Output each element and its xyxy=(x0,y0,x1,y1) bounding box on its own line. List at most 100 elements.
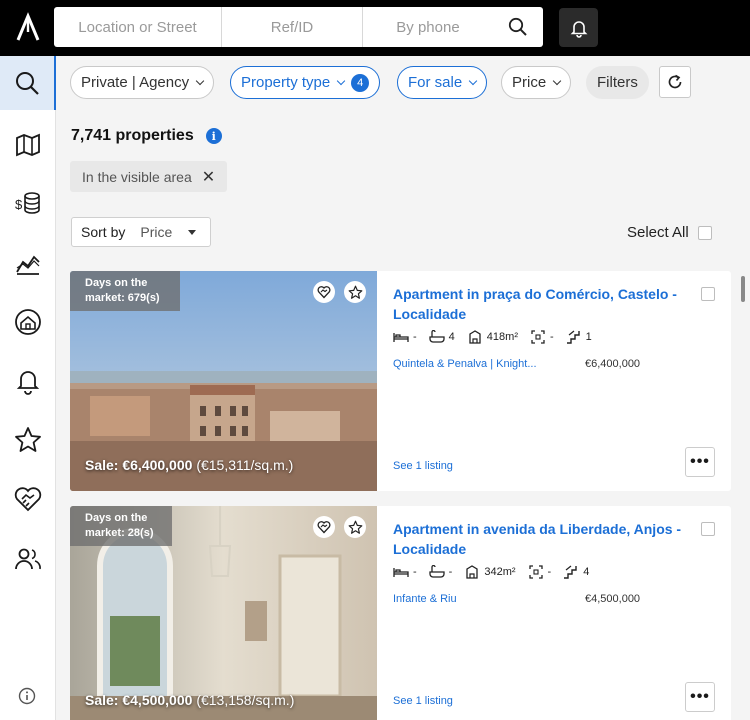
search-icon xyxy=(16,72,39,95)
ellipsis-icon: ••• xyxy=(690,688,710,705)
sidebar-item-favorites[interactable] xyxy=(0,413,56,467)
star-icon xyxy=(348,285,362,299)
visible-area-label: In the visible area xyxy=(82,168,192,185)
ref-id-search-field[interactable]: Ref/ID xyxy=(222,7,363,47)
favorite-button[interactable] xyxy=(344,516,366,538)
handshake-icon xyxy=(14,487,42,512)
sort-select[interactable]: Sort by Price xyxy=(71,217,211,247)
map-icon xyxy=(16,133,40,157)
listing-features: - - 342m² - 4 xyxy=(393,565,601,579)
see-listing-link[interactable]: See 1 listing xyxy=(393,695,453,707)
listing-photo[interactable]: Days on the market: 679(s) Sale: €6,400,… xyxy=(70,271,377,491)
price-per-sqm: (€13,158/sq.m.) xyxy=(196,692,295,708)
svg-text:$: $ xyxy=(15,197,23,212)
listing-features: - 4 418m² - 1 xyxy=(393,330,604,344)
agency-link[interactable]: Quintela & Penalva | Knight... xyxy=(393,358,537,370)
scrollbar-thumb[interactable] xyxy=(741,276,745,302)
floor-icon xyxy=(566,330,580,344)
handshake-icon xyxy=(317,286,331,299)
top-bar: Location or Street Ref/ID By phone xyxy=(0,0,750,56)
bell-icon xyxy=(16,371,40,395)
info-icon[interactable] xyxy=(18,687,36,705)
deal-heart-button[interactable] xyxy=(313,281,335,303)
listing-card[interactable]: Days on the market: 679(s) Sale: €6,400,… xyxy=(70,271,731,491)
area-icon xyxy=(469,330,481,344)
notifications-button[interactable] xyxy=(559,8,598,47)
sidebar-item-map[interactable] xyxy=(0,117,56,171)
deal-heart-button[interactable] xyxy=(313,516,335,538)
chevron-down-icon xyxy=(468,76,478,85)
home-search-icon xyxy=(15,309,41,335)
search-button[interactable] xyxy=(493,7,543,47)
for-sale-filter-chip[interactable]: For sale xyxy=(397,66,488,99)
sort-value: Price xyxy=(140,224,173,240)
baths-value: 4 xyxy=(448,331,455,343)
sale-price-overlay: Sale: €6,400,000 xyxy=(85,457,193,473)
days-on-market-badge: Days on the market: 679(s) xyxy=(70,271,180,311)
refresh-icon xyxy=(668,74,682,89)
info-icon[interactable]: i xyxy=(205,128,222,144)
filters-button[interactable]: Filters xyxy=(586,66,649,99)
bed-icon xyxy=(393,333,409,342)
listing-checkbox[interactable] xyxy=(701,522,715,536)
bed-icon xyxy=(393,568,409,577)
select-all-label: Select All xyxy=(627,224,689,241)
sidebar-item-contacts[interactable] xyxy=(0,532,56,586)
sidebar-item-search[interactable] xyxy=(0,56,56,110)
beds-value: - xyxy=(413,331,417,343)
close-icon[interactable]: ✕ xyxy=(202,167,215,187)
sidebar-item-market-stats[interactable] xyxy=(0,236,56,290)
bell-icon xyxy=(570,20,587,38)
area-icon xyxy=(466,565,478,579)
sidebar-item-alerts[interactable] xyxy=(0,354,56,408)
more-options-button[interactable]: ••• xyxy=(685,682,715,712)
results-count: 7,741 properties i xyxy=(71,127,222,145)
agency-filter-label: Private | Agency xyxy=(81,74,190,91)
favorite-button[interactable] xyxy=(344,281,366,303)
sidebar-item-home-search[interactable] xyxy=(0,295,56,349)
listing-title[interactable]: Apartment in avenida da Liberdade, Anjos… xyxy=(393,519,693,559)
listing-card[interactable]: Days on the market: 28(s) Sale: €4,500,0… xyxy=(70,506,731,720)
bath-icon xyxy=(429,565,445,578)
filters-label: Filters xyxy=(597,74,638,91)
app-logo-icon[interactable] xyxy=(10,10,46,46)
results-count-text: 7,741 properties xyxy=(71,127,194,144)
listing-title[interactable]: Apartment in praça do Comércio, Castelo … xyxy=(393,284,693,324)
property-type-label: Property type xyxy=(241,74,331,91)
floor-value: 4 xyxy=(583,566,590,578)
chevron-down-icon xyxy=(195,76,205,85)
listing-price: €4,500,000 xyxy=(585,593,641,605)
search-box: Location or Street Ref/ID By phone xyxy=(54,7,543,47)
sidebar-item-deals[interactable] xyxy=(0,472,56,526)
price-filter-chip[interactable]: Price xyxy=(501,66,572,99)
price-per-sqm: (€15,311/sq.m.) xyxy=(196,457,294,473)
listing-checkbox[interactable] xyxy=(701,287,715,301)
price-filter-label: Price xyxy=(512,74,547,91)
baths-value: - xyxy=(448,566,453,578)
ellipsis-icon: ••• xyxy=(690,453,710,470)
more-options-button[interactable]: ••• xyxy=(685,447,715,477)
bath-icon xyxy=(429,330,445,343)
users-icon xyxy=(15,548,41,570)
listing-photo[interactable]: Days on the market: 28(s) Sale: €4,500,0… xyxy=(70,506,377,720)
property-type-count-badge: 4 xyxy=(351,73,370,92)
sale-price-overlay: Sale: €4,500,000 xyxy=(85,692,193,708)
area-value: 418m² xyxy=(486,331,518,343)
see-listing-link[interactable]: See 1 listing xyxy=(393,460,453,472)
location-search-field[interactable]: Location or Street xyxy=(54,7,222,47)
sidebar-item-valuation[interactable]: $ xyxy=(0,176,56,230)
floor-value: 1 xyxy=(585,331,592,343)
chevron-down-icon xyxy=(336,76,346,85)
property-type-filter-chip[interactable]: Property type 4 xyxy=(230,66,381,99)
select-all[interactable]: Select All xyxy=(627,224,712,241)
phone-search-field[interactable]: By phone xyxy=(363,7,493,47)
visible-area-chip: In the visible area ✕ xyxy=(70,161,228,192)
floor-icon xyxy=(564,565,577,579)
refresh-button[interactable] xyxy=(659,66,691,98)
star-icon xyxy=(15,427,41,452)
rooms-value: - xyxy=(549,331,554,343)
agency-filter-chip[interactable]: Private | Agency xyxy=(70,66,215,99)
caret-down-icon xyxy=(188,229,197,235)
select-all-checkbox[interactable] xyxy=(697,225,712,240)
agency-link[interactable]: Infante & Riu xyxy=(393,593,457,605)
